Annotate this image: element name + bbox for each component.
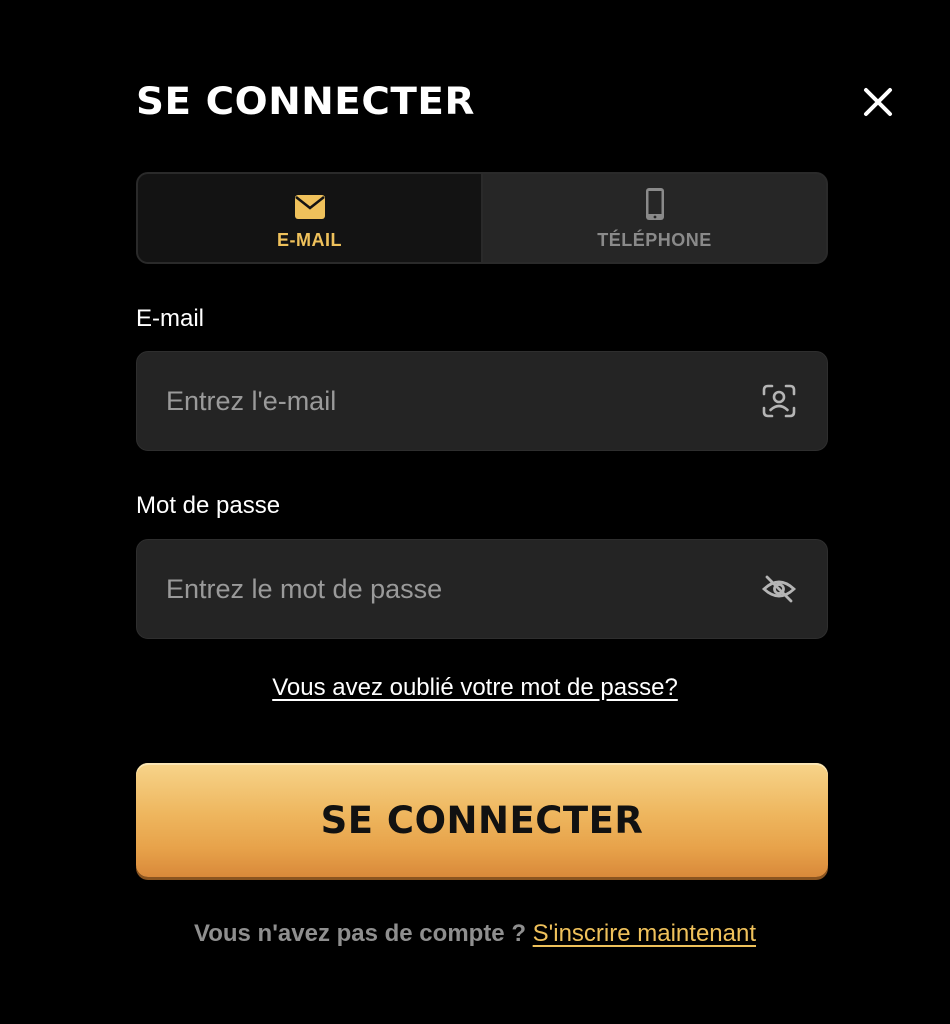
close-icon — [864, 88, 892, 116]
tab-email-label: E-MAIL — [277, 229, 342, 250]
password-label: Mot de passe — [136, 492, 281, 519]
login-submit-button[interactable]: SE CONNECTER — [136, 763, 828, 877]
toggle-password-visibility-button[interactable] — [759, 569, 799, 609]
signup-link[interactable]: S'inscrire maintenant — [533, 920, 756, 947]
email-label: E-mail — [136, 305, 205, 332]
password-field-container — [136, 539, 828, 639]
tab-phone[interactable]: TÉLÉPHONE — [483, 174, 826, 262]
face-scan-button[interactable] — [759, 381, 799, 421]
modal-title: SE CONNECTER — [136, 80, 475, 123]
face-scan-icon — [762, 384, 796, 418]
tab-phone-label: TÉLÉPHONE — [597, 229, 712, 250]
email-field-container — [136, 351, 828, 451]
login-modal: SE CONNECTER E-MAIL TÉLÉPHONE E-mail Ent… — [0, 0, 950, 1024]
signup-question: Vous n'avez pas de compte ? — [193, 920, 526, 947]
signup-row: Vous n'avez pas de compte ? S'inscrire m… — [0, 920, 950, 948]
password-input[interactable] — [166, 573, 759, 605]
email-input[interactable] — [166, 385, 759, 417]
forgot-password-link[interactable]: Vous avez oublié votre mot de passe? — [272, 674, 678, 701]
close-button[interactable] — [858, 82, 898, 122]
login-method-tabs: E-MAIL TÉLÉPHONE — [136, 172, 828, 264]
eye-off-icon — [762, 575, 796, 603]
phone-icon — [645, 187, 664, 220]
tab-email[interactable]: E-MAIL — [138, 174, 483, 262]
envelope-icon — [294, 194, 325, 219]
forgot-password-row: Vous avez oublié votre mot de passe? — [0, 674, 950, 702]
